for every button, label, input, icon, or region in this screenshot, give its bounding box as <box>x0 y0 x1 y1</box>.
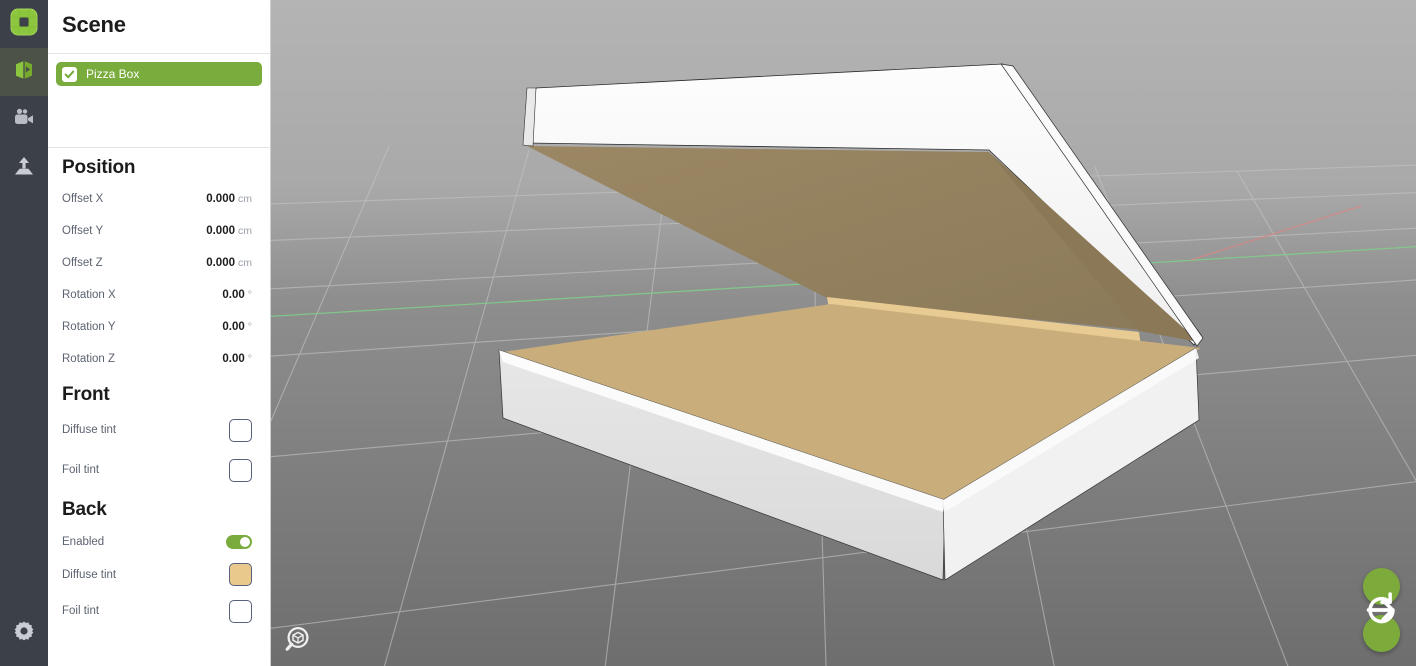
row-unit: ° <box>247 353 252 365</box>
row-offset-z[interactable]: Offset Z 0.000 cm <box>48 247 270 279</box>
camera-icon <box>12 106 36 135</box>
scene-object-list: Pizza Box <box>48 54 270 86</box>
row-value: 0.00 <box>222 289 245 301</box>
row-value: 0.000 <box>206 193 235 205</box>
viewport-scene <box>271 63 1416 666</box>
unfolded-box-icon <box>11 57 37 88</box>
toggle-knob <box>240 536 250 547</box>
section-title-back: Back <box>62 499 107 520</box>
row-label: Enabled <box>62 535 105 548</box>
row-label: Offset X <box>62 193 104 205</box>
row-value: 0.00 <box>222 321 245 333</box>
rail-item-settings[interactable] <box>0 609 48 657</box>
row-label: Rotation Z <box>62 353 116 365</box>
row-rotation-z[interactable]: Rotation Z 0.00 ° <box>48 343 270 375</box>
row-unit: cm <box>238 193 252 205</box>
front-foil-tint-swatch[interactable] <box>229 458 252 482</box>
scene-item-checkbox[interactable] <box>62 66 77 82</box>
back-diffuse-tint-swatch[interactable] <box>229 563 252 586</box>
row-offset-x[interactable]: Offset X 0.000 cm <box>48 183 270 215</box>
row-label: Offset Z <box>62 257 103 269</box>
pizza-box-model[interactable] <box>498 63 1204 581</box>
row-offset-y[interactable]: Offset Y 0.000 cm <box>48 215 270 247</box>
rail-item-logo[interactable] <box>0 0 48 48</box>
row-control <box>212 563 252 586</box>
panel-title: Scene <box>62 12 126 37</box>
scene-list-empty-space <box>48 86 270 147</box>
row-control <box>212 599 252 623</box>
row-value: 0.000 <box>206 225 235 237</box>
row-value: 0.00 <box>222 353 245 365</box>
row-label: Rotation Y <box>62 321 116 333</box>
zoom-to-object-button[interactable] <box>283 626 311 654</box>
rail-item-camera[interactable] <box>0 96 48 144</box>
row-control <box>212 418 252 442</box>
row-unit: ° <box>247 289 252 301</box>
row-unit: cm <box>238 225 252 237</box>
section-title-front: Front <box>62 384 110 405</box>
icon-rail <box>0 0 48 666</box>
row-label: Rotation X <box>62 289 116 301</box>
row-label: Foil tint <box>62 464 100 476</box>
scene-item-pizza-box[interactable]: Pizza Box <box>56 62 262 86</box>
row-control <box>212 458 252 482</box>
scene-item-label: Pizza Box <box>86 67 140 81</box>
rail-item-design[interactable] <box>0 48 48 96</box>
back-foil-tint-swatch[interactable] <box>229 599 252 623</box>
viewport-3d[interactable] <box>271 0 1416 666</box>
row-unit: ° <box>247 321 252 333</box>
row-value: 0.000 <box>206 257 235 269</box>
row-label: Diffuse tint <box>62 424 117 436</box>
back-enabled-toggle[interactable] <box>226 534 252 549</box>
row-rotation-x[interactable]: Rotation X 0.00 ° <box>48 279 270 311</box>
row-back-enabled: Enabled <box>48 525 270 558</box>
app-root: Scene Pizza Box Position Offset X 0.000 … <box>0 0 1416 666</box>
rail-item-export[interactable] <box>0 144 48 192</box>
viewport-action-buttons <box>1363 568 1400 652</box>
row-rotation-y[interactable]: Rotation Y 0.00 ° <box>48 311 270 343</box>
reset-view-button[interactable] <box>1363 592 1400 652</box>
row-label: Offset Y <box>62 225 104 237</box>
app-logo-icon <box>10 8 38 41</box>
front-diffuse-tint-swatch[interactable] <box>229 418 252 442</box>
row-front-foil-tint: Foil tint <box>48 450 270 490</box>
export-icon <box>12 154 36 183</box>
row-unit: cm <box>238 257 252 269</box>
properties-panel: Scene Pizza Box Position Offset X 0.000 … <box>48 0 271 666</box>
row-control <box>212 534 252 549</box>
row-back-diffuse-tint: Diffuse tint <box>48 558 270 591</box>
gear-icon <box>13 620 35 647</box>
row-back-foil-tint: Foil tint <box>48 591 270 631</box>
row-label: Foil tint <box>62 605 100 617</box>
row-front-diffuse-tint: Diffuse tint <box>48 410 270 450</box>
section-title-position: Position <box>62 157 136 178</box>
row-label: Diffuse tint <box>62 568 117 581</box>
